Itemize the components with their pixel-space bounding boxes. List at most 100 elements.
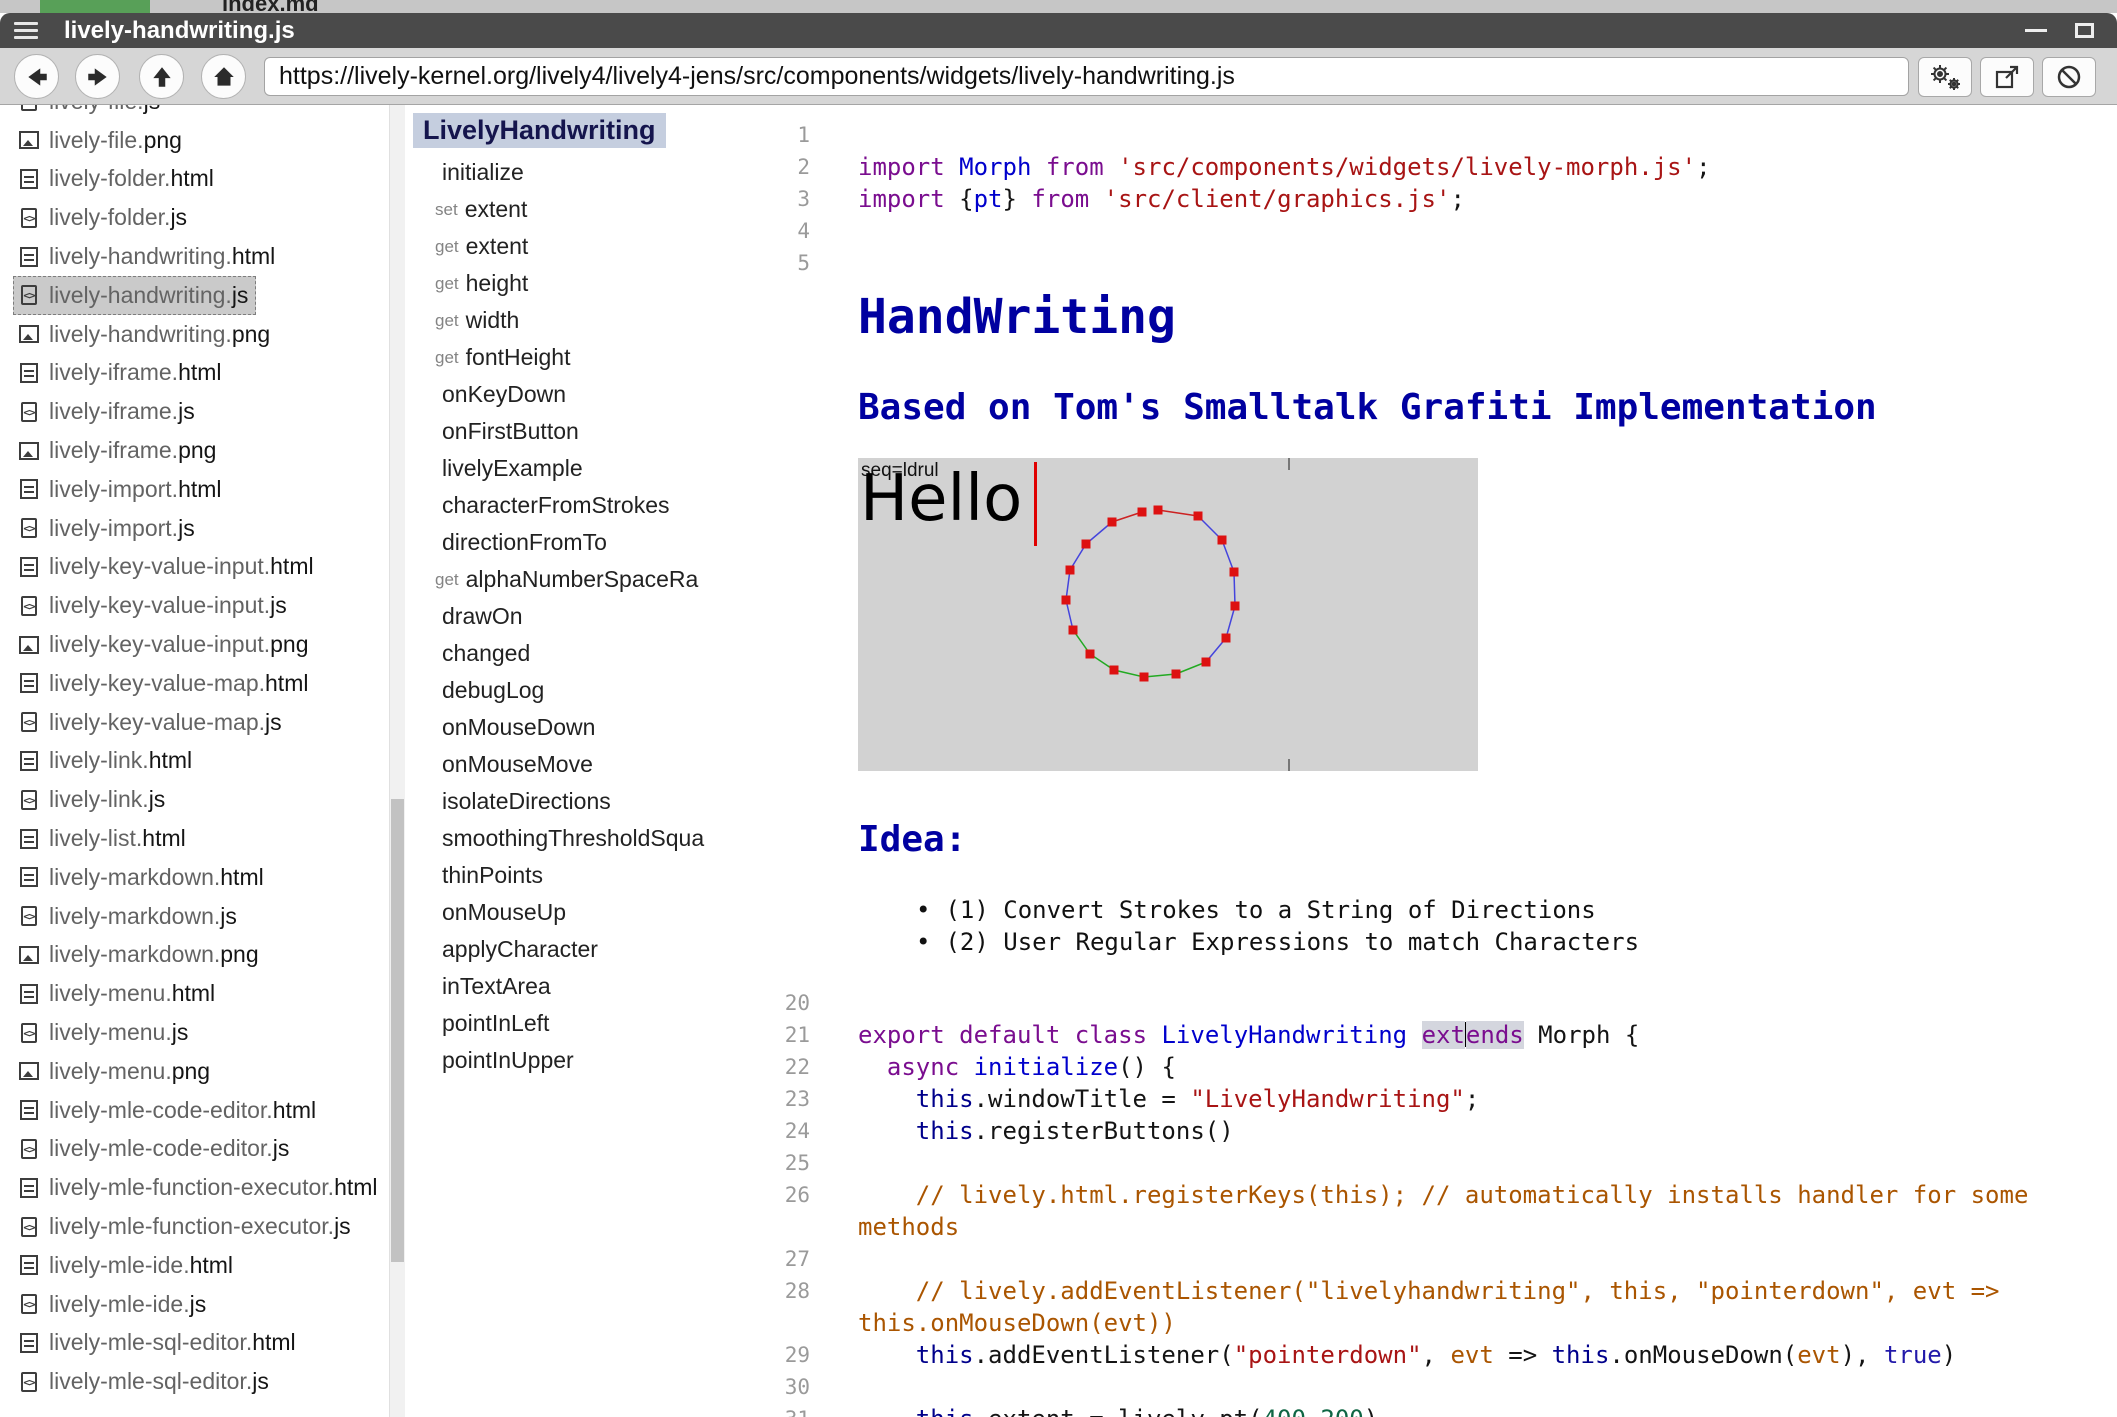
code-line[interactable] — [845, 247, 2117, 279]
file-item[interactable]: lively-menu.png — [13, 1052, 389, 1091]
up-button[interactable] — [139, 54, 184, 99]
code-line[interactable]: this.extent = lively.pt(400,200) — [845, 1403, 2117, 1417]
sidebar-scrollbar-thumb[interactable] — [391, 799, 404, 1262]
open-external-icon — [1993, 63, 2021, 91]
outline-item[interactable]: initialize — [405, 154, 737, 191]
code-line[interactable]: methods — [845, 1211, 2117, 1243]
block-button[interactable] — [2042, 57, 2096, 97]
code-line[interactable]: async initialize() { — [845, 1051, 2117, 1083]
code-line[interactable] — [845, 1371, 2117, 1403]
file-type-icon — [18, 556, 40, 578]
outline-item[interactable]: get alphaNumberSpaceRa — [405, 561, 737, 598]
outline-item[interactable]: characterFromStrokes — [405, 487, 737, 524]
code-line[interactable]: // lively.html.registerKeys(this); // au… — [845, 1179, 2117, 1211]
file-item[interactable]: lively-file.png — [13, 121, 389, 160]
outline-item[interactable]: get width — [405, 302, 737, 339]
method-name: onMouseDown — [442, 714, 595, 741]
code-line[interactable] — [845, 119, 2117, 151]
file-item[interactable]: lively-iframe.html — [13, 354, 389, 393]
method-name: onKeyDown — [442, 381, 566, 408]
outline-item[interactable]: inTextArea — [405, 968, 737, 1005]
file-item[interactable]: lively-import.html — [13, 470, 389, 509]
file-item[interactable]: lively-menu.js — [13, 1013, 389, 1052]
open-external-button[interactable] — [1980, 57, 2034, 97]
code-line[interactable]: // lively.addEventListener("livelyhandwr… — [845, 1275, 2117, 1307]
forward-button[interactable] — [75, 54, 120, 99]
code-line[interactable]: this.windowTitle = "LivelyHandwriting"; — [845, 1083, 2117, 1115]
code-line[interactable]: import Morph from 'src/components/widget… — [845, 151, 2117, 183]
file-item[interactable]: lively-iframe.png — [13, 431, 389, 470]
code-line[interactable]: this.registerButtons() — [845, 1115, 2117, 1147]
file-item[interactable]: lively-link.html — [13, 742, 389, 781]
file-item[interactable]: lively-handwriting.png — [13, 315, 389, 354]
code-line[interactable] — [845, 987, 2117, 1019]
file-item[interactable]: lively-file.js — [13, 105, 389, 121]
file-item[interactable]: lively-markdown.html — [13, 858, 389, 897]
code-line[interactable]: this.addEventListener("pointerdown", evt… — [845, 1339, 2117, 1371]
outline-item[interactable]: smoothingThresholdSqua — [405, 820, 737, 857]
url-input[interactable] — [264, 57, 1909, 96]
outline-item[interactable]: pointInLeft — [405, 1005, 737, 1042]
outline-item[interactable]: drawOn — [405, 598, 737, 635]
file-item[interactable]: lively-mle-ide.html — [13, 1246, 389, 1285]
code-line[interactable] — [845, 215, 2117, 247]
outline-item[interactable]: set extent — [405, 191, 737, 228]
file-item[interactable]: lively-markdown.js — [13, 897, 389, 936]
outline-class-header[interactable]: LivelyHandwriting — [413, 113, 666, 148]
file-item[interactable]: lively-menu.html — [13, 974, 389, 1013]
outline-item[interactable]: isolateDirections — [405, 783, 737, 820]
file-item[interactable]: lively-mle-sql-editor.js — [13, 1362, 389, 1401]
file-item[interactable]: lively-list.html — [13, 819, 389, 858]
file-item[interactable]: lively-mle-code-editor.js — [13, 1130, 389, 1169]
file-item[interactable]: lively-folder.html — [13, 160, 389, 199]
outline-item[interactable]: get extent — [405, 228, 737, 265]
file-item[interactable]: lively-markdown.png — [13, 936, 389, 975]
file-name: lively-list.html — [49, 825, 186, 852]
file-item[interactable]: lively-key-value-map.js — [13, 703, 389, 742]
file-item[interactable]: lively-iframe.js — [13, 392, 389, 431]
file-item[interactable]: lively-folder.js — [13, 198, 389, 237]
file-item[interactable]: lively-mle-function-executor.js — [13, 1207, 389, 1246]
minimize-button[interactable] — [2023, 18, 2049, 44]
code-editor[interactable]: 12import Morph from 'src/components/widg… — [737, 105, 2117, 1417]
file-item[interactable]: lively-mle-ide.js — [13, 1285, 389, 1324]
code-line[interactable]: this.onMouseDown(evt)) — [845, 1307, 2117, 1339]
outline-item[interactable]: changed — [405, 635, 737, 672]
code-line[interactable]: export default class LivelyHandwriting e… — [845, 1019, 2117, 1051]
settings-button[interactable] — [1918, 57, 1972, 97]
handwriting-canvas[interactable]: seq=ldrul Hello — [858, 458, 1478, 771]
code-line[interactable] — [845, 1147, 2117, 1179]
home-button[interactable] — [201, 54, 246, 99]
hamburger-menu-icon[interactable] — [14, 22, 38, 39]
file-item[interactable]: lively-mle-sql-editor.html — [13, 1324, 389, 1363]
back-button[interactable] — [14, 54, 59, 99]
outline-item[interactable]: applyCharacter — [405, 931, 737, 968]
file-item[interactable]: lively-key-value-input.png — [13, 625, 389, 664]
file-item[interactable]: lively-key-value-input.html — [13, 548, 389, 587]
outline-item[interactable]: onMouseUp — [405, 894, 737, 931]
outline-item[interactable]: debugLog — [405, 672, 737, 709]
file-item[interactable]: lively-mle-code-editor.html — [13, 1091, 389, 1130]
outline-item[interactable]: onMouseDown — [405, 709, 737, 746]
outline-item[interactable]: pointInUpper — [405, 1042, 737, 1079]
maximize-button[interactable] — [2071, 18, 2097, 44]
file-item[interactable]: lively-key-value-map.html — [13, 664, 389, 703]
sidebar-scrollbar-track[interactable] — [389, 105, 405, 1417]
outline-item[interactable]: onMouseMove — [405, 746, 737, 783]
file-item[interactable]: lively-mle-function-executor.html — [13, 1168, 389, 1207]
outline-item[interactable]: directionFromTo — [405, 524, 737, 561]
file-item[interactable]: lively-link.js — [13, 780, 389, 819]
outline-item[interactable]: livelyExample — [405, 450, 737, 487]
line-number: 4 — [737, 215, 845, 247]
file-item[interactable]: lively-key-value-input.js — [13, 586, 389, 625]
outline-item[interactable]: get fontHeight — [405, 339, 737, 376]
outline-item[interactable]: thinPoints — [405, 857, 737, 894]
code-line[interactable] — [845, 1243, 2117, 1275]
file-item[interactable]: lively-handwriting.html — [13, 237, 389, 276]
file-item[interactable]: lively-import.js — [13, 509, 389, 548]
outline-item[interactable]: onFirstButton — [405, 413, 737, 450]
file-item[interactable]: lively-handwriting.js — [13, 276, 256, 315]
code-line[interactable]: import {pt} from 'src/client/graphics.js… — [845, 183, 2117, 215]
outline-item[interactable]: onKeyDown — [405, 376, 737, 413]
outline-item[interactable]: get height — [405, 265, 737, 302]
